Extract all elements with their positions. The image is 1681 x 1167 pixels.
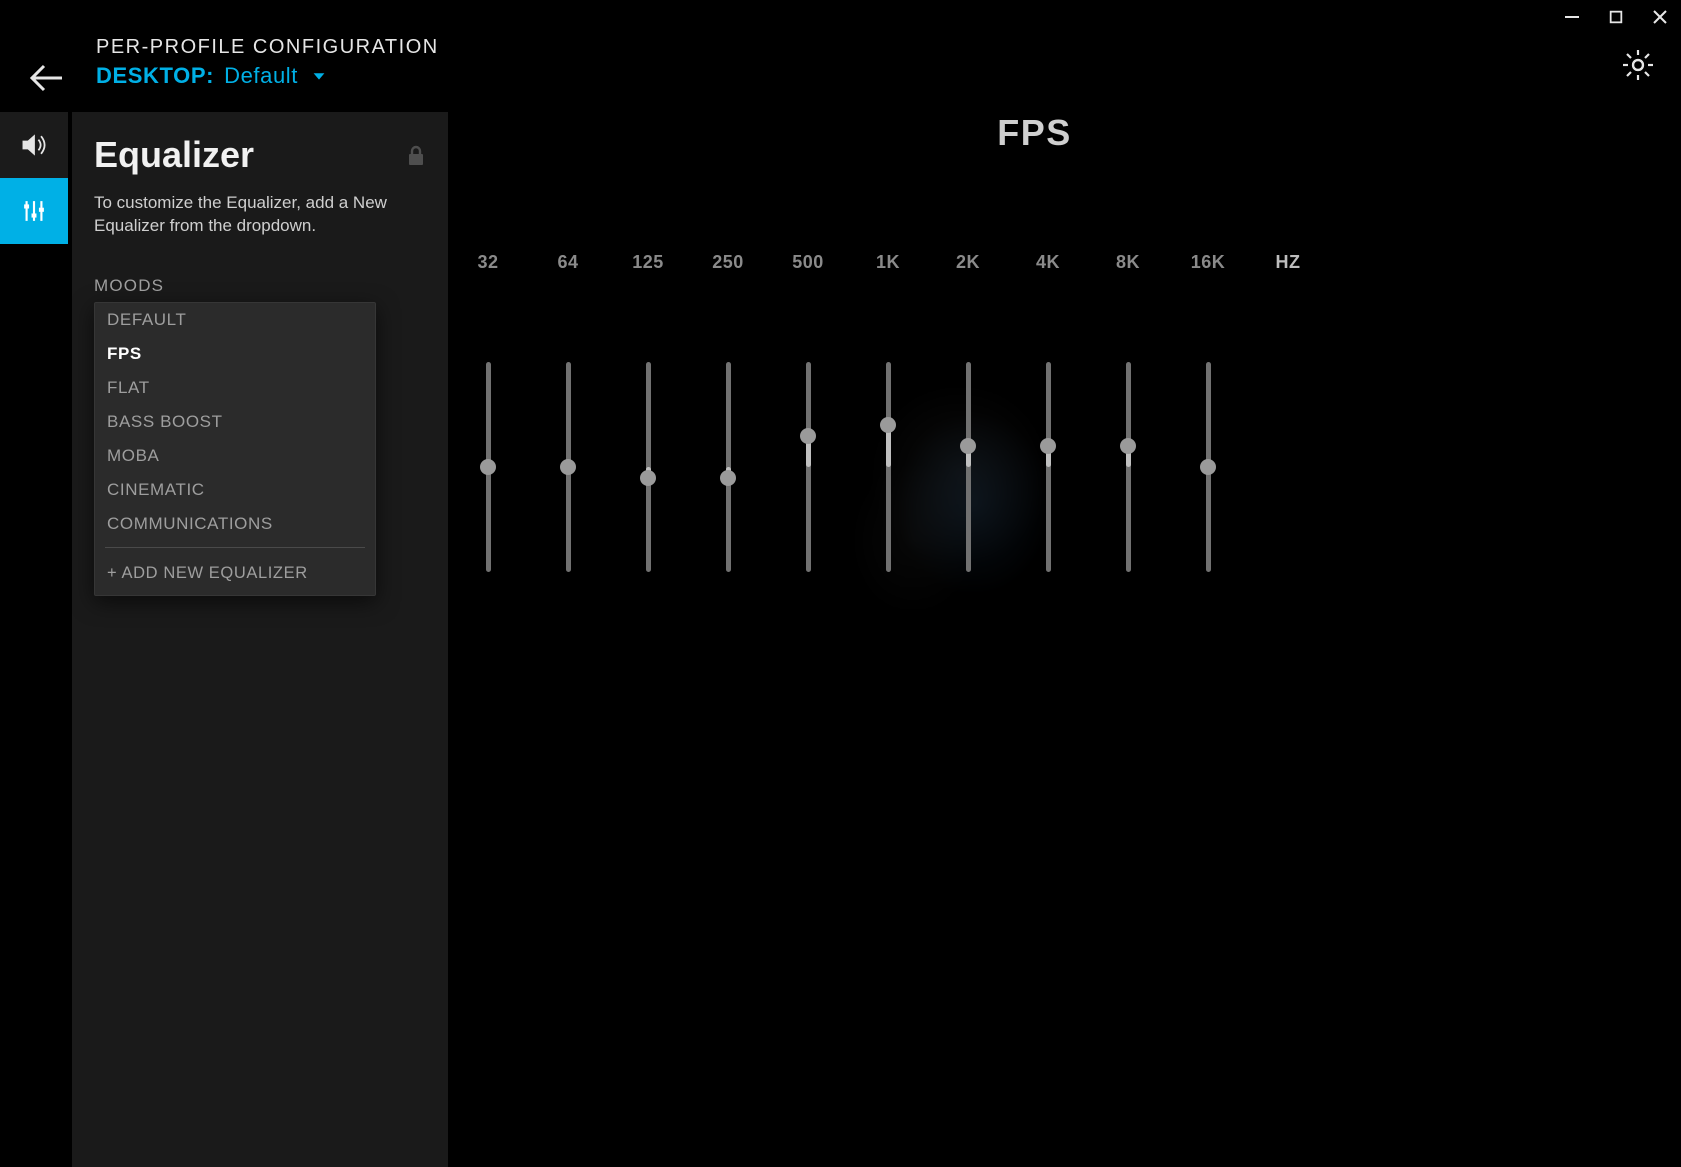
band-slider-16K[interactable] — [1168, 362, 1248, 572]
slider-track — [1126, 362, 1131, 572]
slider-thumb[interactable] — [480, 459, 496, 475]
band-slider-2K[interactable] — [928, 362, 1008, 572]
band-sliders-row — [448, 362, 1621, 572]
slider-track — [806, 362, 811, 572]
band-slider-250[interactable] — [688, 362, 768, 572]
divider — [105, 547, 365, 548]
band-label-2K: 2K — [928, 252, 1008, 273]
rail-tab-acoustics[interactable] — [0, 112, 68, 178]
settings-button[interactable] — [1621, 48, 1655, 82]
band-slider-4K[interactable] — [1008, 362, 1088, 572]
band-slider-32[interactable] — [448, 362, 528, 572]
band-labels-row: 32641252505001K2K4K8K16KHZ — [448, 252, 1621, 273]
band-label-250: 250 — [688, 252, 768, 273]
band-label-125: 125 — [608, 252, 688, 273]
profile-value: Default — [224, 63, 298, 89]
band-label-64: 64 — [528, 252, 608, 273]
band-unit-label: HZ — [1248, 252, 1328, 273]
slider-thumb[interactable] — [1040, 438, 1056, 454]
mood-item-fps[interactable]: FPS — [95, 337, 375, 371]
band-label-4K: 4K — [1008, 252, 1088, 273]
header: PER-PROFILE CONFIGURATION DESKTOP: Defau… — [24, 36, 1601, 112]
mood-item-communications[interactable]: COMMUNICATIONS — [95, 507, 375, 541]
lock-icon — [406, 144, 426, 166]
gear-icon — [1621, 48, 1655, 82]
equalizer-preset-title: FPS — [448, 112, 1621, 154]
speaker-icon — [19, 130, 49, 160]
band-slider-500[interactable] — [768, 362, 848, 572]
side-panel: Equalizer To customize the Equalizer, ad… — [72, 112, 448, 1167]
slider-track — [966, 362, 971, 572]
slider-track — [886, 362, 891, 572]
slider-track — [1046, 362, 1051, 572]
slider-thumb[interactable] — [720, 470, 736, 486]
slider-track — [486, 362, 491, 572]
window-controls — [1563, 8, 1669, 26]
band-slider-125[interactable] — [608, 362, 688, 572]
moods-label: MOODS — [94, 276, 426, 296]
slider-thumb[interactable] — [800, 428, 816, 444]
slider-thumb[interactable] — [1120, 438, 1136, 454]
slider-track — [726, 362, 731, 572]
chevron-down-icon — [308, 65, 330, 87]
slider-track — [566, 362, 571, 572]
profile-label: DESKTOP: — [96, 63, 214, 89]
back-button[interactable] — [24, 56, 68, 100]
window-maximize-button[interactable] — [1607, 8, 1625, 26]
slider-thumb[interactable] — [640, 470, 656, 486]
sliders-icon — [20, 197, 48, 225]
band-label-32: 32 — [448, 252, 528, 273]
band-slider-64[interactable] — [528, 362, 608, 572]
band-label-1K: 1K — [848, 252, 928, 273]
panel-description: To customize the Equalizer, add a New Eq… — [94, 192, 414, 238]
slider-thumb[interactable] — [1200, 459, 1216, 475]
mood-item-moba[interactable]: MOBA — [95, 439, 375, 473]
add-new-equalizer[interactable]: + ADD NEW EQUALIZER — [95, 554, 375, 595]
profile-selector[interactable]: DESKTOP: Default — [96, 63, 439, 89]
rail-tab-equalizer[interactable] — [0, 178, 68, 244]
moods-dropdown[interactable]: DEFAULTFPSFLATBASS BOOSTMOBACINEMATICCOM… — [94, 302, 376, 596]
band-label-16K: 16K — [1168, 252, 1248, 273]
mood-item-bass-boost[interactable]: BASS BOOST — [95, 405, 375, 439]
page-title: PER-PROFILE CONFIGURATION — [96, 36, 439, 59]
slider-thumb[interactable] — [560, 459, 576, 475]
mood-item-cinematic[interactable]: CINEMATIC — [95, 473, 375, 507]
sidebar-rail — [0, 112, 68, 244]
band-label-500: 500 — [768, 252, 848, 273]
band-label-8K: 8K — [1088, 252, 1168, 273]
equalizer-area: FPS 32641252505001K2K4K8K16KHZ — [448, 112, 1681, 1167]
band-slider-1K[interactable] — [848, 362, 928, 572]
panel-title: Equalizer — [94, 134, 254, 176]
slider-thumb[interactable] — [880, 417, 896, 433]
mood-item-flat[interactable]: FLAT — [95, 371, 375, 405]
slider-thumb[interactable] — [960, 438, 976, 454]
window-close-button[interactable] — [1651, 8, 1669, 26]
window-minimize-button[interactable] — [1563, 8, 1581, 26]
slider-track — [1206, 362, 1211, 572]
band-slider-8K[interactable] — [1088, 362, 1168, 572]
slider-track — [646, 362, 651, 572]
mood-item-default[interactable]: DEFAULT — [95, 303, 375, 337]
